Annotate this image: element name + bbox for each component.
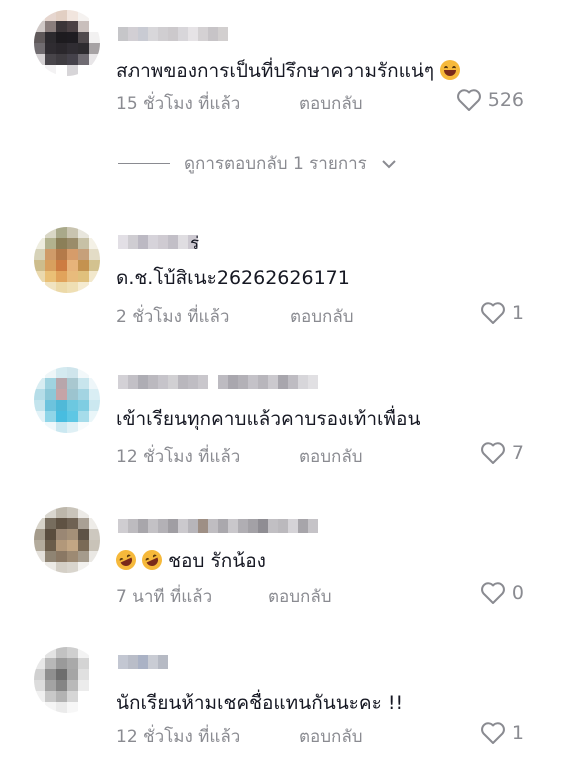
username[interactable] [118,375,318,389]
like-count: 526 [487,89,524,111]
username[interactable] [118,235,198,249]
avatar[interactable] [34,227,100,293]
like-button[interactable]: 1 [480,301,524,325]
comment-text: เข้าเรียนทุกคาบแล้วคาบรองเท้าเพื่อน [116,408,421,430]
username[interactable] [118,27,228,41]
comment-time: 7 นาที ที่แล้ว [116,587,213,607]
chevron-down-icon [382,159,396,168]
view-replies-label: ดูการตอบกลับ 1 รายการ [184,154,367,174]
comment-item: ร่ ด.ช.โบ้สิเนะ26262626171 2 ชั่วโมง ที่… [0,215,574,335]
comment-item: สภาพของการเป็นที่ปรึกษาความรักแน่ๆ 15 ชั… [0,0,574,125]
avatar[interactable] [34,367,100,433]
reply-button[interactable]: ตอบกลับ [268,583,332,610]
view-replies-button[interactable]: ดูการตอบกลับ 1 รายการ [118,150,397,177]
username-suffix: ร่ [190,234,200,254]
comment-item: เข้าเรียนทุกคาบแล้วคาบรองเท้าเพื่อน 12 ช… [0,355,574,475]
like-button[interactable]: 0 [480,581,524,605]
heart-icon [456,89,481,111]
reply-button[interactable]: ตอบกลับ [299,90,363,117]
rofl-emoji-icon [138,546,166,574]
username[interactable] [118,519,318,533]
comment-text: ด.ช.โบ้สิเนะ26262626171 [116,267,350,289]
avatar[interactable] [34,10,100,76]
reply-button[interactable]: ตอบกลับ [299,723,363,750]
heart-icon [480,582,505,604]
comment-item: ชอบ รักน้อง 7 นาที ที่แล้ว ตอบกลับ 0 [0,495,574,615]
comment-text: สภาพของการเป็นที่ปรึกษาความรักแน่ๆ [116,56,461,86]
heart-icon [480,442,505,464]
like-count: 1 [511,722,524,744]
avatar[interactable] [34,647,100,713]
reply-button[interactable]: ตอบกลับ [299,443,363,470]
comment-time: 2 ชั่วโมง ที่แล้ว [116,307,230,327]
comment-text: ชอบ รักน้อง [112,546,266,576]
avatar[interactable] [34,507,100,573]
heart-icon [480,722,505,744]
comment-time: 12 ชั่วโมง ที่แล้ว [116,447,241,467]
heart-icon [480,302,505,324]
comment-time: 12 ชั่วโมง ที่แล้ว [116,727,241,747]
reply-button[interactable]: ตอบกลับ [290,303,354,330]
like-button[interactable]: 526 [456,88,524,112]
comment-time: 15 ชั่วโมง ที่แล้ว [116,94,241,114]
like-count: 1 [511,302,524,324]
comment-text: นักเรียนห้ามเชคชื่อแทนกันนะคะ !! [116,692,404,714]
divider-line [118,163,170,164]
laughing-emoji-icon [440,60,461,80]
rofl-emoji-icon [112,546,140,574]
username[interactable] [118,655,168,669]
like-count: 7 [511,442,524,464]
like-button[interactable]: 1 [480,721,524,745]
like-count: 0 [511,582,524,604]
comment-item: นักเรียนห้ามเชคชื่อแทนกันนะคะ !! 12 ชั่ว… [0,635,574,757]
like-button[interactable]: 7 [480,441,524,465]
